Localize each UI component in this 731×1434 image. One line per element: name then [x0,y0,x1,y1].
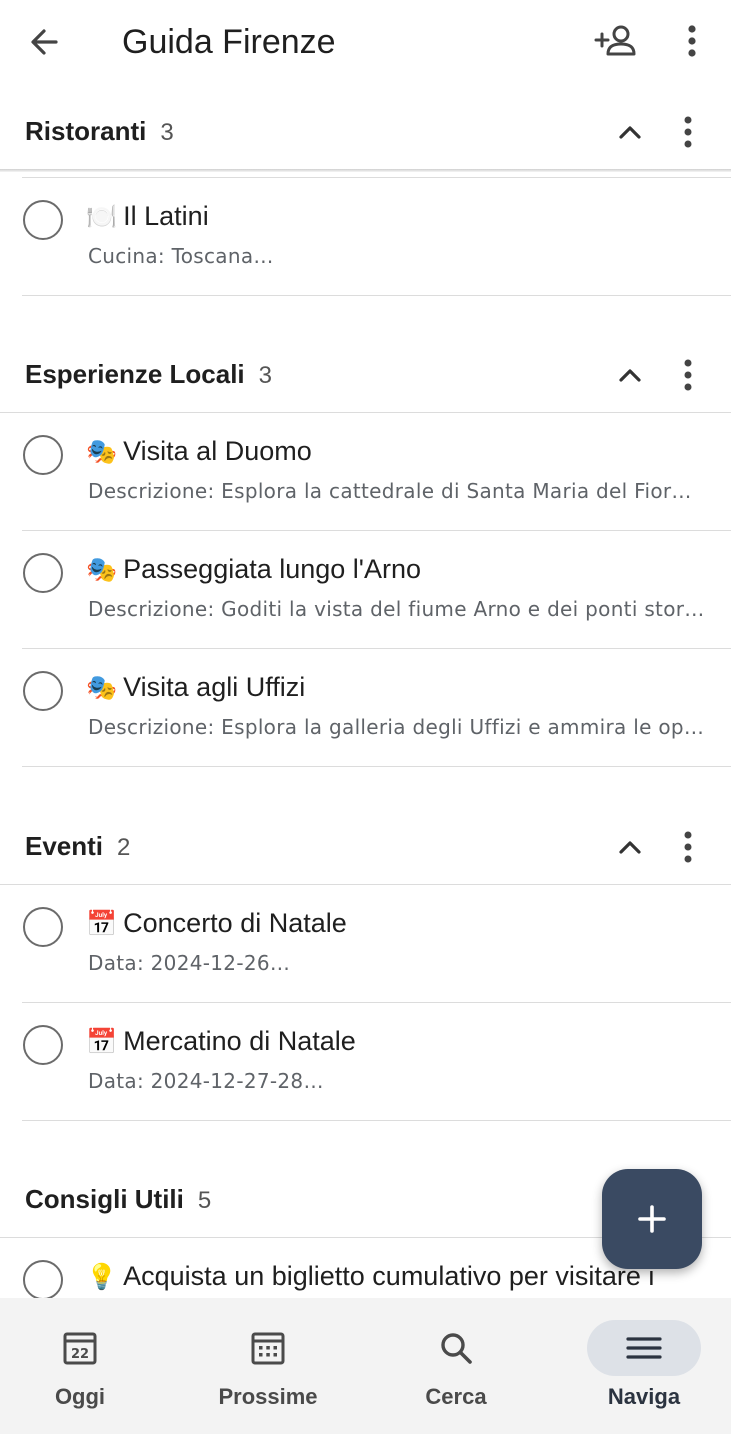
theater-masks-icon: 🎭 [86,555,118,584]
divider [22,295,731,296]
collapse-button[interactable] [612,114,648,150]
task-description: Descrizione: Esplora la cattedrale di Sa… [88,479,692,503]
section-count: 5 [197,1187,212,1214]
task-description: Descrizione: Esplora la galleria degli U… [88,715,704,739]
section-title: Eventi 2 [25,831,131,861]
section-title: Ristoranti 3 [25,116,174,146]
nav-item-prossime[interactable]: Prossime [178,1298,358,1434]
nav-label: Prossime [218,1384,318,1409]
section-count: 3 [258,362,273,389]
section-header-eventi[interactable]: Eventi 2 [0,811,731,885]
menu-icon [626,1337,662,1359]
task-description: Data: 2024-12-26… [88,951,291,975]
lightbulb-icon: 💡 [86,1262,118,1291]
top-app-bar: Guida Firenze [0,0,731,84]
section-title: Esperienze Locali 3 [25,359,273,389]
task-title: 🎭 Visita al Duomo [86,436,312,466]
add-person-button[interactable] [592,20,640,64]
chevron-up-icon [619,126,641,139]
task-checkbox[interactable] [23,671,63,711]
task-checkbox[interactable] [23,1025,63,1065]
nav-label: Cerca [425,1384,487,1409]
theater-masks-icon: 🎭 [86,437,118,466]
more-options-button[interactable] [672,20,712,64]
plus-icon [638,1205,666,1233]
task-item[interactable]: 📅 Concerto di Natale Data: 2024-12-26… [0,885,731,1003]
section-header-esperienze-locali[interactable]: Esperienze Locali 3 [0,339,731,413]
chevron-up-icon [619,841,641,854]
arrow-back-icon [31,29,58,55]
more-vert-icon [684,359,692,391]
task-title: 🎭 Passeggiata lungo l'Arno [86,554,421,584]
more-vert-icon [684,831,692,863]
task-title: 🍽️ Il Latini [86,201,209,231]
section-count: 3 [160,119,174,146]
bottom-navigation: 22 Oggi Prossime Cerca Naviga [0,1298,731,1434]
divider [22,766,731,767]
divider [0,169,731,172]
nav-item-naviga[interactable]: Naviga [554,1298,731,1434]
calendar-day-number: 22 [71,1347,89,1362]
section-menu-button[interactable] [670,355,706,395]
person-add-icon [594,25,636,56]
task-description: Cucina: Toscana… [88,244,274,268]
chevron-up-icon [619,369,641,382]
task-checkbox[interactable] [23,435,63,475]
nav-item-oggi[interactable]: 22 Oggi [0,1298,170,1434]
task-checkbox[interactable] [23,200,63,240]
task-title: 📅 Mercatino di Natale [86,1026,356,1056]
add-task-button[interactable] [602,1169,702,1269]
nav-label: Naviga [607,1384,681,1409]
theater-masks-icon: 🎭 [86,673,118,702]
task-title: 🎭 Visita agli Uffizi [86,672,306,702]
task-item[interactable]: 📅 Mercatino di Natale Data: 2024-12-27-28… [0,1003,731,1121]
calendar-icon: 📅 [86,909,118,938]
calendar-grid-icon [251,1332,285,1365]
collapse-button[interactable] [612,829,648,865]
nav-item-cerca[interactable]: Cerca [366,1298,546,1434]
task-description: Data: 2024-12-27-28… [88,1069,324,1093]
divider [22,1120,731,1121]
task-item[interactable]: 🎭 Visita al Duomo Descrizione: Esplora la… [0,413,731,531]
nav-label: Oggi [54,1384,106,1409]
task-item[interactable]: 🍽️ Il Latini Cucina: Toscana… [0,178,731,296]
section-menu-button[interactable] [670,827,706,867]
page-title: Guida Firenze [122,23,336,61]
task-item[interactable]: 🎭 Passeggiata lungo l'Arno Descrizione: G… [0,531,731,649]
calendar-today-icon: 22 [63,1332,97,1365]
more-vert-icon [688,25,696,57]
search-icon [441,1333,472,1364]
back-button[interactable] [22,20,66,64]
task-checkbox[interactable] [23,1260,63,1298]
task-description: Descrizione: Goditi la vista del fiume A… [88,597,704,621]
plate-icon: 🍽️ [86,202,118,231]
collapse-button[interactable] [612,357,648,393]
task-checkbox[interactable] [23,907,63,947]
section-menu-button[interactable] [670,112,706,152]
task-item[interactable]: 🎭 Visita agli Uffizi Descrizione: Esplora… [0,649,731,767]
section-header-ristoranti[interactable]: Ristoranti 3 [0,96,731,170]
section-count: 2 [117,834,131,861]
more-vert-icon [684,116,692,148]
task-checkbox[interactable] [23,553,63,593]
calendar-icon: 📅 [86,1027,118,1056]
section-title: Consigli Utili 5 [25,1184,212,1214]
task-title: 📅 Concerto di Natale [86,908,347,938]
